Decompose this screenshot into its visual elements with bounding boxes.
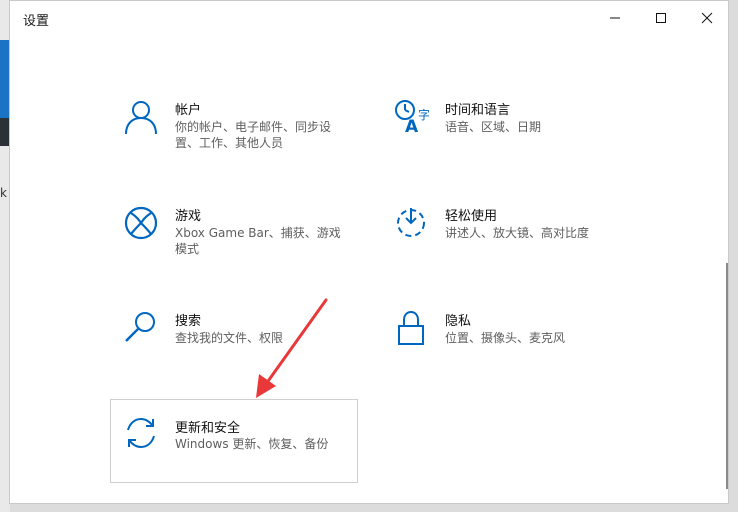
maximize-button[interactable] bbox=[638, 1, 684, 35]
ease-of-access-icon bbox=[397, 208, 425, 237]
xbox-icon bbox=[124, 206, 158, 240]
minimize-button[interactable] bbox=[592, 1, 638, 35]
tile-time-language-name: 时间和语言 bbox=[445, 103, 511, 118]
minimize-icon bbox=[610, 17, 620, 19]
person-icon bbox=[125, 101, 157, 135]
tile-privacy-desc: 位置、摄像头、麦克风 bbox=[445, 331, 566, 345]
close-icon bbox=[701, 12, 713, 24]
tile-ease-of-access-name: 轻松使用 bbox=[445, 209, 498, 224]
window-title: 设置 bbox=[23, 14, 50, 29]
svg-text:A: A bbox=[405, 117, 419, 135]
tile-gaming-desc: Xbox Game Bar、捕获、游戏 模式 bbox=[175, 226, 341, 256]
tile-ease-of-access[interactable]: 轻松使用 讲述人、放大镜、高对比度 bbox=[381, 205, 621, 285]
scrollbar-thumb[interactable] bbox=[726, 263, 728, 489]
update-icon bbox=[127, 417, 155, 449]
tile-privacy[interactable]: 隐私 位置、摄像头、麦克风 bbox=[381, 310, 621, 390]
svg-text:字: 字 bbox=[418, 107, 429, 122]
tile-gaming-name: 游戏 bbox=[175, 209, 202, 224]
search-icon bbox=[125, 312, 155, 342]
tile-accounts-desc: 你的帐户、电子邮件、同步设 置、工作、其他人员 bbox=[175, 120, 332, 150]
settings-window: 设置 帐户 你的帐户、电子邮件、同步设 置、工作、其他人员 A 字 时间和语言 … bbox=[9, 0, 729, 504]
tile-gaming[interactable]: 游戏 Xbox Game Bar、捕获、游戏 模式 bbox=[111, 205, 351, 285]
lock-icon bbox=[398, 310, 424, 345]
tile-update-security-desc: Windows 更新、恢复、备份 bbox=[175, 437, 329, 451]
tile-search-desc: 查找我的文件、权限 bbox=[175, 331, 284, 345]
tile-search-name: 搜索 bbox=[175, 314, 202, 329]
tile-privacy-name: 隐私 bbox=[445, 314, 472, 329]
tile-update-security-name: 更新和安全 bbox=[175, 421, 241, 436]
maximize-icon bbox=[656, 13, 666, 23]
tile-update-security[interactable]: 更新和安全 Windows 更新、恢复、备份 bbox=[110, 399, 358, 483]
tile-accounts-name: 帐户 bbox=[175, 103, 202, 118]
tile-time-language[interactable]: A 字 时间和语言 语音、区域、日期 bbox=[381, 99, 621, 179]
close-button[interactable] bbox=[684, 1, 730, 35]
tile-search[interactable]: 搜索 查找我的文件、权限 bbox=[111, 310, 351, 390]
time-language-icon: A 字 bbox=[395, 100, 429, 135]
tile-ease-of-access-desc: 讲述人、放大镜、高对比度 bbox=[445, 226, 590, 240]
tile-accounts[interactable]: 帐户 你的帐户、电子邮件、同步设 置、工作、其他人员 bbox=[111, 99, 351, 179]
tile-time-language-desc: 语音、区域、日期 bbox=[445, 120, 542, 134]
